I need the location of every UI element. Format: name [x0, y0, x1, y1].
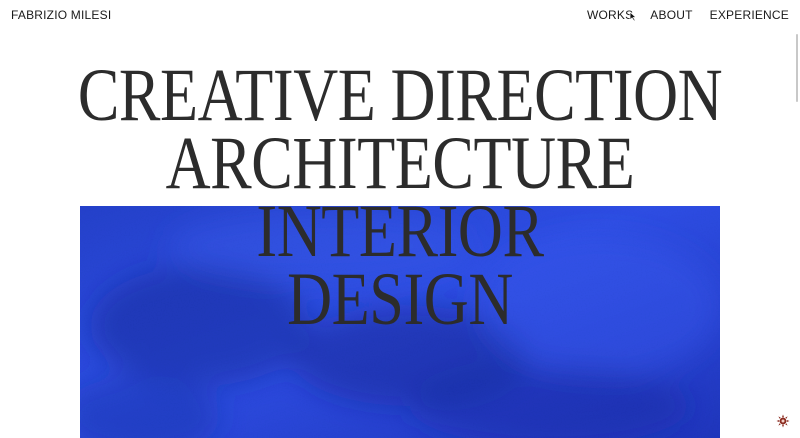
- headline-line-1: CREATIVE DIRECTION: [77, 54, 723, 137]
- cursor-icon: [629, 11, 638, 22]
- nav-item-experience[interactable]: EXPERIENCE: [710, 8, 789, 22]
- nav-item-works[interactable]: WORKS: [587, 8, 633, 22]
- nav-item-about[interactable]: ABOUT: [650, 8, 692, 22]
- sun-badge-icon[interactable]: [776, 414, 790, 428]
- brand-logo[interactable]: FABRIZIO MILESI: [11, 8, 111, 22]
- main-nav: WORKS ABOUT EXPERIENCE: [587, 8, 789, 22]
- hero-image: [80, 206, 720, 438]
- scrollbar-thumb[interactable]: [796, 34, 798, 102]
- headline-line-2: ARCHITECTURE: [165, 122, 635, 205]
